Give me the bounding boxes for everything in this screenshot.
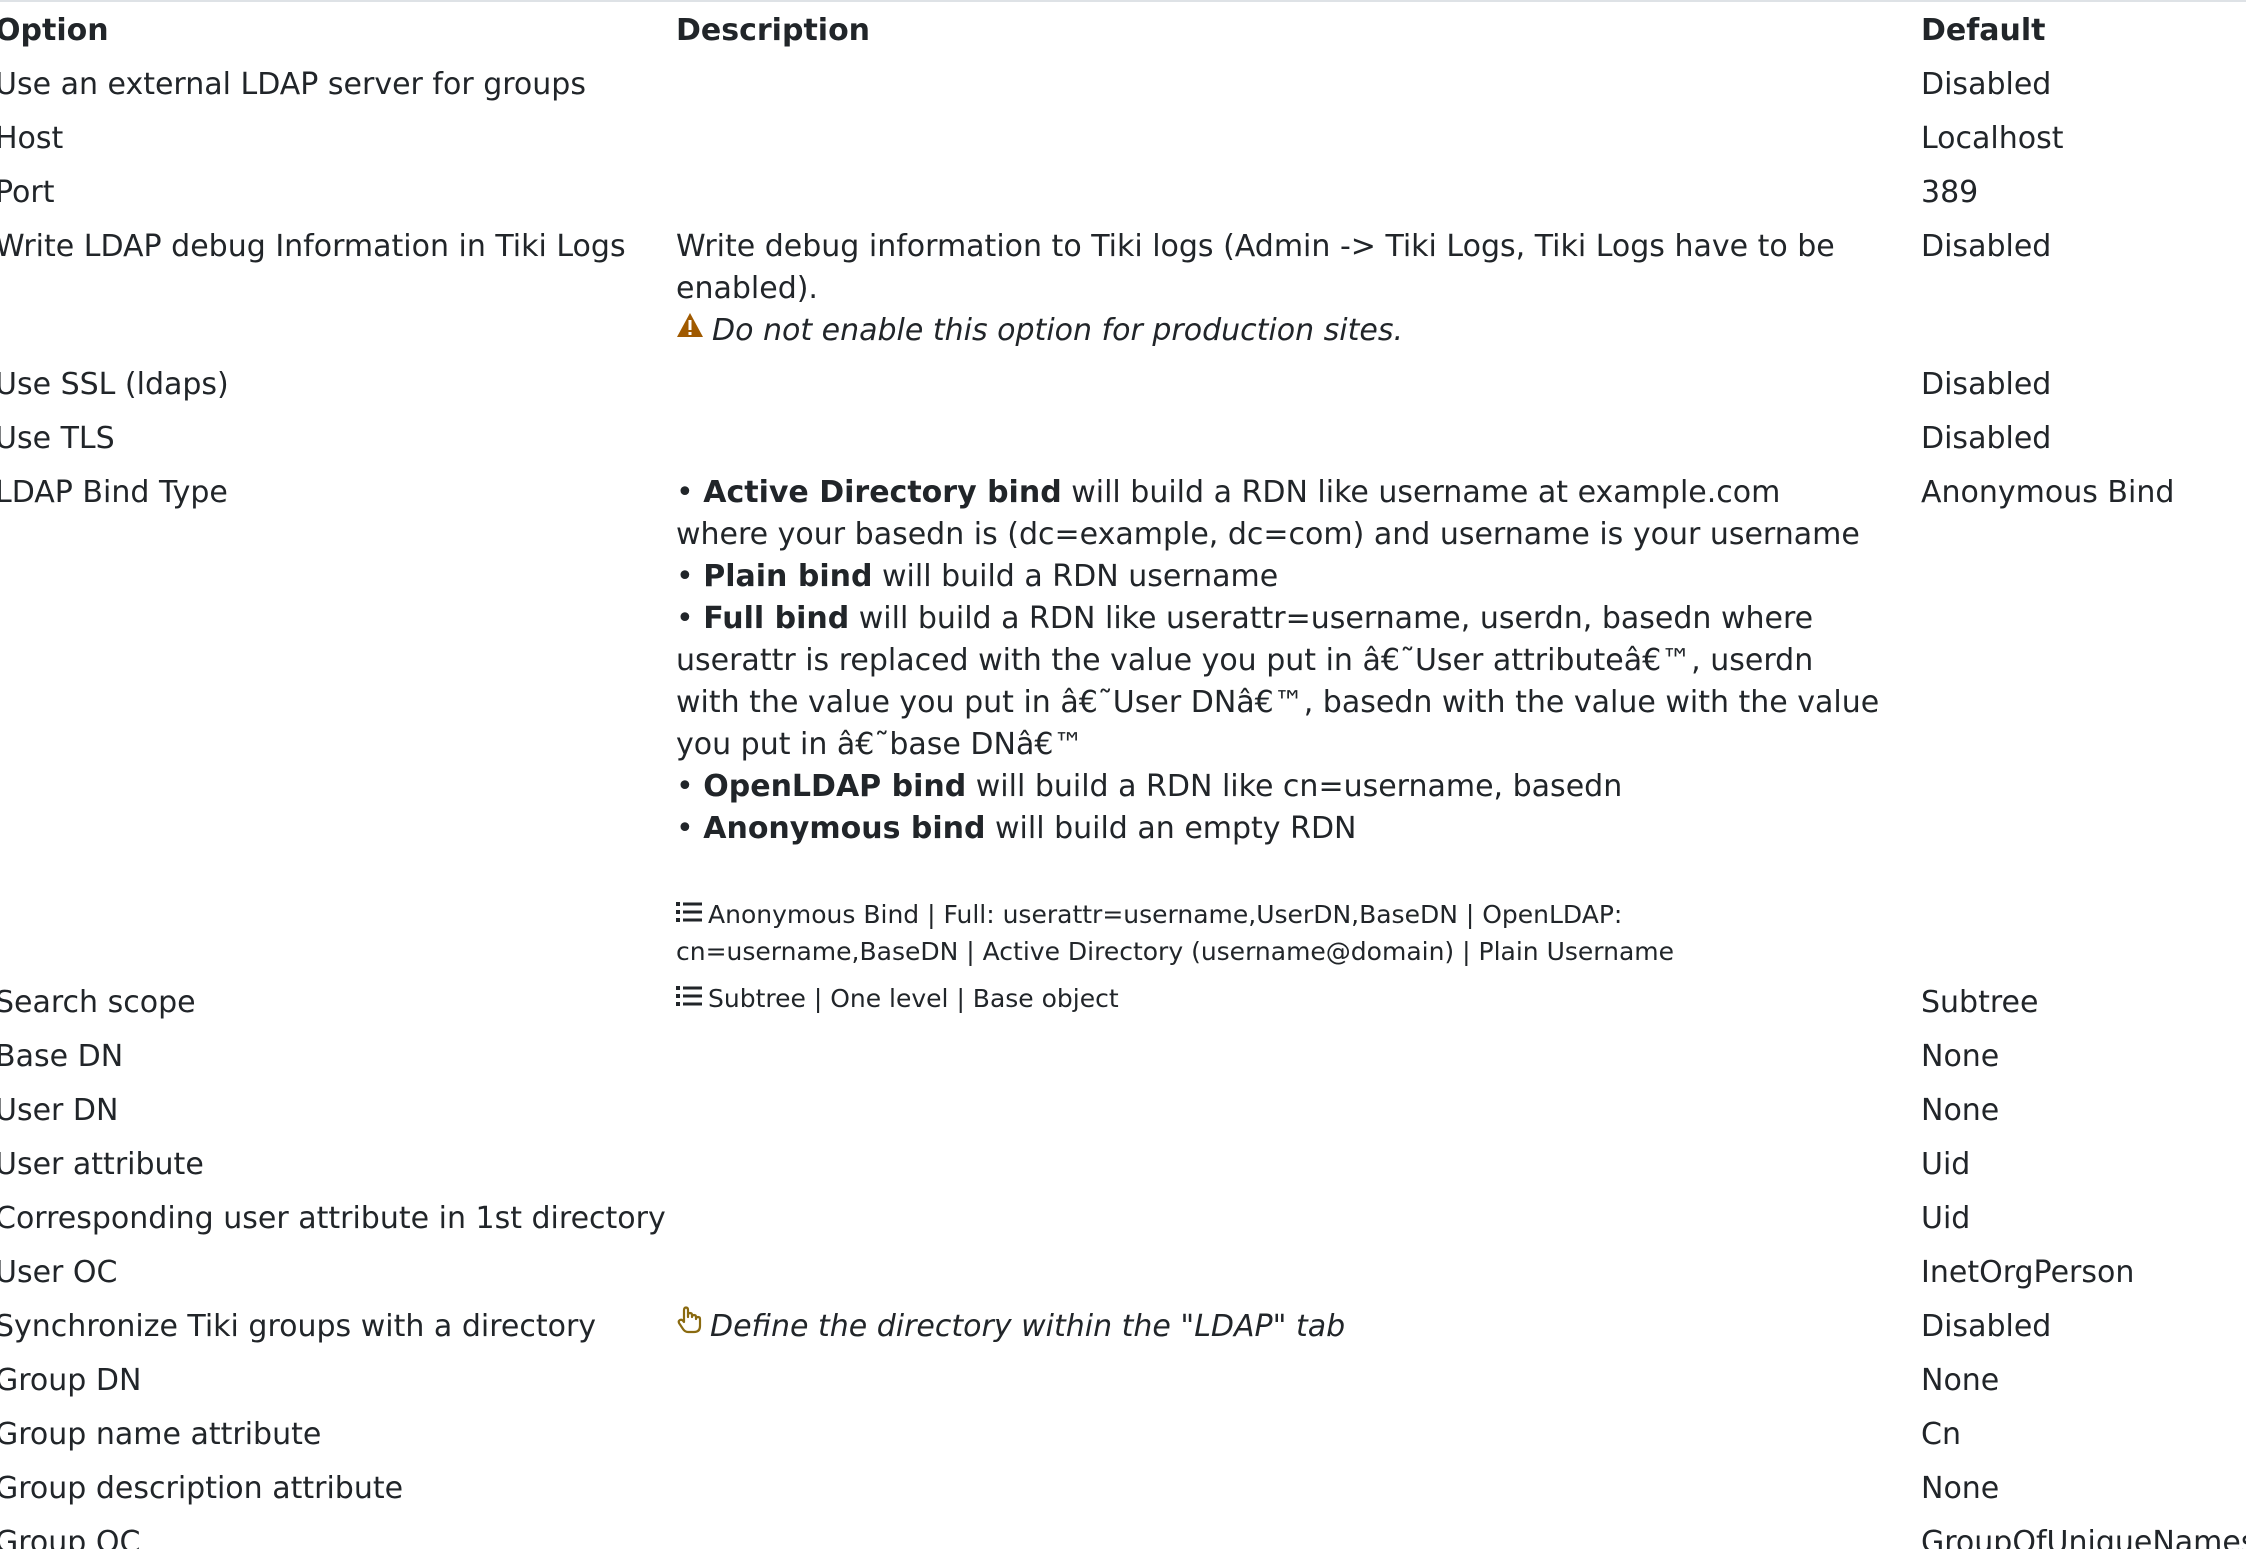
option-default: Disabled xyxy=(1921,1309,2052,1344)
option-name: User attribute xyxy=(0,1147,204,1182)
option-description xyxy=(676,412,1921,466)
option-default: Localhost xyxy=(1921,121,2064,156)
option-name: Group description attribute xyxy=(0,1471,404,1506)
option-default: Uid xyxy=(1921,1147,1971,1182)
option-default: Cn xyxy=(1921,1417,1961,1452)
option-name: Group OC xyxy=(0,1525,141,1549)
table-row: Use an external LDAP server for groups D… xyxy=(0,58,2246,112)
option-default: Anonymous Bind xyxy=(1921,475,2175,510)
table-row: LDAP Bind Type • Active Directory bind w… xyxy=(0,466,2246,976)
table-row: Use TLS Disabled xyxy=(0,412,2246,466)
option-description xyxy=(676,1516,1921,1549)
option-description xyxy=(676,1354,1921,1408)
table-row: Use SSL (ldaps) Disabled xyxy=(0,358,2246,412)
warning-text: Do not enable this option for production… xyxy=(712,313,1403,348)
option-name: Use SSL (ldaps) xyxy=(0,367,229,402)
table-row: User attribute Uid xyxy=(0,1138,2246,1192)
option-name: Write LDAP debug Information in Tiki Log… xyxy=(0,229,626,264)
option-description xyxy=(676,1084,1921,1138)
list-icon xyxy=(676,896,702,933)
option-description xyxy=(676,1462,1921,1516)
option-name: User DN xyxy=(0,1093,119,1128)
description-text: Write debug information to Tiki logs (Ad… xyxy=(676,229,1835,306)
option-name: Search scope xyxy=(0,985,196,1020)
option-default: InetOrgPerson xyxy=(1921,1255,2135,1290)
option-name: Use an external LDAP server for groups xyxy=(0,67,586,102)
option-name: Base DN xyxy=(0,1039,124,1074)
table-row: Group description attribute None xyxy=(0,1462,2246,1516)
warning-triangle-icon xyxy=(676,308,704,350)
option-default: Disabled xyxy=(1921,67,2052,102)
top-divider xyxy=(0,0,2246,2)
option-name: User OC xyxy=(0,1255,118,1290)
list-icon xyxy=(676,980,702,1017)
option-description xyxy=(676,1408,1921,1462)
column-header-option: Option xyxy=(0,13,109,48)
option-description: Define the directory within the "LDAP" t… xyxy=(676,1300,1921,1354)
option-description: • Active Directory bind will build a RDN… xyxy=(676,466,1921,976)
option-name: Group DN xyxy=(0,1363,142,1398)
option-default: None xyxy=(1921,1039,2000,1074)
column-header-description: Description xyxy=(676,13,871,48)
option-default: Disabled xyxy=(1921,367,2052,402)
column-header-default: Default xyxy=(1921,13,2046,48)
table-row: Host Localhost xyxy=(0,112,2246,166)
option-name: Synchronize Tiki groups with a directory xyxy=(0,1309,597,1344)
option-description: Write debug information to Tiki logs (Ad… xyxy=(676,220,1921,358)
option-name: Group name attribute xyxy=(0,1417,322,1452)
table-row: Group name attribute Cn xyxy=(0,1408,2246,1462)
preferences-page: Option Description Default Use an extern… xyxy=(0,0,2246,1549)
option-default: Uid xyxy=(1921,1201,1971,1236)
option-description xyxy=(676,58,1921,112)
bind-item: • Anonymous bind will build an empty RDN xyxy=(676,811,1357,846)
bind-item: • Plain bind will build a RDN username xyxy=(676,559,1279,594)
bind-type-options: Anonymous Bind | Full: userattr=username… xyxy=(676,896,1881,970)
option-name: LDAP Bind Type xyxy=(0,475,228,510)
table-row: Synchronize Tiki groups with a directory… xyxy=(0,1300,2246,1354)
table-row: Corresponding user attribute in 1st dire… xyxy=(0,1192,2246,1246)
preferences-table: Option Description Default Use an extern… xyxy=(0,6,2246,1549)
option-default: None xyxy=(1921,1363,2000,1398)
table-row: Base DN None xyxy=(0,1030,2246,1084)
pointing-hand-icon xyxy=(676,1304,702,1346)
table-row: Group OC GroupOfUniqueNames xyxy=(0,1516,2246,1549)
table-row: Port 389 xyxy=(0,166,2246,220)
table-row: Write LDAP debug Information in Tiki Log… xyxy=(0,220,2246,358)
option-default: Disabled xyxy=(1921,421,2052,456)
table-row: User OC InetOrgPerson xyxy=(0,1246,2246,1300)
option-description xyxy=(676,166,1921,220)
option-description: Subtree | One level | Base object xyxy=(676,976,1921,1030)
table-header-row: Option Description Default xyxy=(0,6,2246,58)
option-default: None xyxy=(1921,1093,2000,1128)
option-default: None xyxy=(1921,1471,2000,1506)
option-description xyxy=(676,112,1921,166)
bind-item: • Active Directory bind will build a RDN… xyxy=(676,475,1860,552)
option-default: GroupOfUniqueNames xyxy=(1921,1525,2246,1549)
option-description xyxy=(676,1246,1921,1300)
hint-text: Define the directory within the "LDAP" t… xyxy=(710,1309,1346,1344)
search-scope-options: Subtree | One level | Base object xyxy=(676,980,1881,1017)
option-description xyxy=(676,1138,1921,1192)
option-default: 389 xyxy=(1921,175,1979,210)
option-description xyxy=(676,1030,1921,1084)
table-row: User DN None xyxy=(0,1084,2246,1138)
option-name: Port xyxy=(0,175,55,210)
option-description xyxy=(676,358,1921,412)
option-name: Use TLS xyxy=(0,421,115,456)
table-row: Search scope Subtree | One level | Base … xyxy=(0,976,2246,1030)
option-default: Disabled xyxy=(1921,229,2052,264)
option-default: Subtree xyxy=(1921,985,2039,1020)
option-name: Host xyxy=(0,121,64,156)
option-name: Corresponding user attribute in 1st dire… xyxy=(0,1201,666,1236)
table-row: Group DN None xyxy=(0,1354,2246,1408)
bind-item: • Full bind will build a RDN like userat… xyxy=(676,601,1880,762)
bind-item: • OpenLDAP bind will build a RDN like cn… xyxy=(676,769,1623,804)
option-description xyxy=(676,1192,1921,1246)
